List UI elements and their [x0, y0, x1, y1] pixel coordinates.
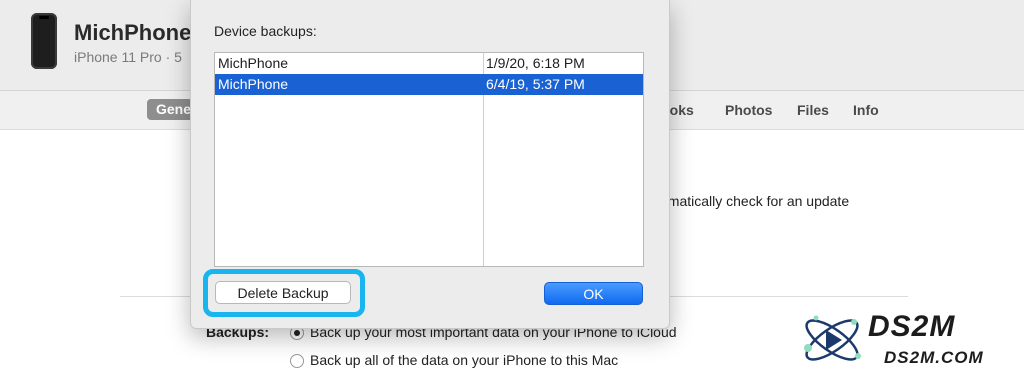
radio-mac[interactable] — [290, 354, 304, 368]
ds2m-logo-icon — [804, 315, 861, 361]
backup-list[interactable]: MichPhone 1/9/20, 6:18 PM MichPhone 6/4/… — [214, 52, 644, 267]
backup-mac-label: Back up all of the data on your iPhone t… — [310, 352, 619, 368]
backup-row[interactable]: MichPhone 1/9/20, 6:18 PM — [215, 53, 643, 74]
backup-date: 6/4/19, 5:37 PM — [486, 76, 585, 92]
backup-name: MichPhone — [218, 55, 289, 71]
highlight-annotation — [203, 269, 365, 317]
device-name: MichPhone — [74, 20, 192, 45]
device-model: iPhone 11 Pro · 5 — [74, 49, 182, 65]
watermark-title: DS2M — [868, 310, 956, 343]
tab-info[interactable]: Info — [853, 102, 879, 118]
backup-name: MichPhone — [218, 76, 289, 92]
ok-button[interactable]: OK — [544, 282, 643, 305]
iphone-icon — [31, 13, 57, 69]
dialog-title: Device backups: — [214, 23, 317, 39]
backup-mac-option[interactable]: Back up all of the data on your iPhone t… — [290, 352, 618, 368]
watermark-url: DS2M.COM — [884, 348, 984, 367]
tab-files[interactable]: Files — [797, 102, 829, 118]
backup-row-selected[interactable]: MichPhone 6/4/19, 5:37 PM — [215, 74, 643, 95]
backup-date: 1/9/20, 6:18 PM — [486, 55, 585, 71]
update-check-text: omatically check for an update — [660, 193, 850, 209]
tab-photos[interactable]: Photos — [725, 102, 772, 118]
